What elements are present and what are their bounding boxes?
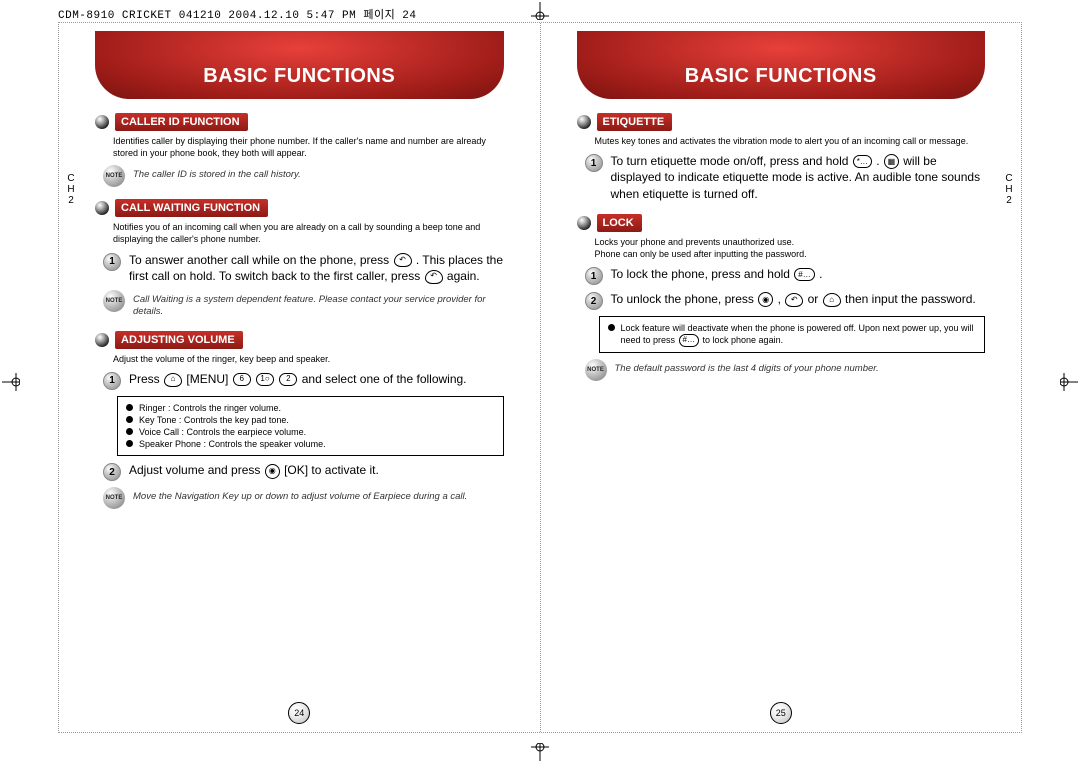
note-icon: NOTE — [103, 165, 125, 187]
step-1: 1 Press ⌂ [MENU] 6 1○ 2 and select one o… — [103, 371, 504, 390]
volume-options-box: Ringer : Controls the ringer volume. Key… — [117, 396, 504, 457]
section-adjusting-volume: ADJUSTING VOLUME Adjust the volume of th… — [95, 331, 504, 510]
page-number: 25 — [770, 702, 792, 724]
bullet-icon — [608, 324, 615, 331]
section-call-waiting: CALL WAITING FUNCTION Notifies you of an… — [95, 199, 504, 318]
side-chapter-label: C H 2 — [65, 173, 77, 206]
step-number-icon: 1 — [103, 372, 121, 390]
list-item: Key Tone : Controls the key pad tone. — [139, 414, 289, 426]
step-text: To unlock the phone, press ◉ , ↶ or ⌂ th… — [611, 291, 986, 310]
lock-info-box: Lock feature will deactivate when the ph… — [599, 316, 986, 353]
ok-key-icon: ◉ — [265, 464, 280, 479]
note-text: Move the Navigation Key up or down to ad… — [133, 487, 467, 503]
note-text: The default password is the last 4 digit… — [615, 359, 879, 375]
section-desc: Locks your phone and prevents unauthoriz… — [595, 236, 986, 260]
list-item: Voice Call : Controls the earpiece volum… — [139, 426, 306, 438]
list-item: Lock feature will deactivate when the ph… — [621, 322, 977, 347]
note-block: NOTE The caller ID is stored in the call… — [103, 165, 504, 187]
section-desc: Adjust the volume of the ringer, key bee… — [113, 353, 504, 365]
step-text: Press ⌂ [MENU] 6 1○ 2 and select one of … — [129, 371, 504, 390]
vibrate-icon: ▦ — [884, 154, 899, 169]
bullet-icon — [126, 404, 133, 411]
hash-key-icon: #… — [679, 334, 699, 347]
bullet-icon — [126, 428, 133, 435]
section-bullet-icon — [577, 115, 591, 129]
bullet-icon — [126, 416, 133, 423]
step-text: To turn etiquette mode on/off, press and… — [611, 153, 986, 202]
step-number-icon: 1 — [103, 253, 121, 271]
soft-key-icon: ⌂ — [164, 373, 182, 387]
section-desc: Mutes key tones and activates the vibrat… — [595, 135, 986, 147]
section-bullet-icon — [577, 216, 591, 230]
step-text: Adjust volume and press ◉ [OK] to activa… — [129, 462, 504, 481]
list-item: Speaker Phone : Controls the speaker vol… — [139, 438, 326, 450]
note-icon: NOTE — [103, 290, 125, 312]
note-block: NOTE The default password is the last 4 … — [585, 359, 986, 381]
section-title: ADJUSTING VOLUME — [115, 331, 243, 349]
section-title: CALL WAITING FUNCTION — [115, 199, 268, 217]
section-bullet-icon — [95, 115, 109, 129]
ok-key-icon: ◉ — [758, 292, 773, 307]
section-caller-id: CALLER ID FUNCTION Identifies caller by … — [95, 113, 504, 187]
section-lock: LOCK Locks your phone and prevents unaut… — [577, 214, 986, 382]
step-number-icon: 1 — [585, 267, 603, 285]
section-title: ETIQUETTE — [597, 113, 673, 131]
key-1-icon: 1○ — [256, 373, 274, 386]
section-bullet-icon — [95, 201, 109, 215]
section-bullet-icon — [95, 333, 109, 347]
star-key-icon: *… — [853, 155, 872, 168]
hash-key-icon: #… — [794, 268, 814, 281]
bullet-icon — [126, 440, 133, 447]
chapter-banner: BASIC FUNCTIONS — [577, 31, 986, 101]
step-1: 1 To answer another call while on the ph… — [103, 252, 504, 284]
step-text: To lock the phone, press and hold #… . — [611, 266, 986, 285]
section-desc: Notifies you of an incoming call when yo… — [113, 221, 504, 245]
section-title: CALLER ID FUNCTION — [115, 113, 248, 131]
note-block: NOTE Call Waiting is a system dependent … — [103, 290, 504, 319]
key-6-icon: 6 — [233, 373, 251, 386]
list-item: Ringer : Controls the ringer volume. — [139, 402, 281, 414]
step-1: 1 To lock the phone, press and hold #… . — [585, 266, 986, 285]
step-text: To answer another call while on the phon… — [129, 252, 504, 284]
step-2: 2 Adjust volume and press ◉ [OK] to acti… — [103, 462, 504, 481]
section-desc: Identifies caller by displaying their ph… — [113, 135, 504, 159]
crop-mark-bottom — [531, 743, 549, 761]
send-key-icon: ↶ — [785, 293, 803, 307]
page-spread: C H 2 BASIC FUNCTIONS CALLER ID FUNCTION… — [58, 22, 1022, 733]
side-chapter-label: C H 2 — [1003, 173, 1015, 206]
page-left: C H 2 BASIC FUNCTIONS CALLER ID FUNCTION… — [59, 23, 541, 732]
note-icon: NOTE — [585, 359, 607, 381]
key-2-icon: 2 — [279, 373, 297, 386]
chapter-banner: BASIC FUNCTIONS — [95, 31, 504, 101]
send-key-icon: ↶ — [394, 253, 412, 267]
send-key-icon: ↶ — [425, 270, 443, 284]
crop-mark-top — [531, 2, 549, 20]
banner-title: BASIC FUNCTIONS — [95, 65, 504, 88]
note-icon: NOTE — [103, 487, 125, 509]
step-number-icon: 2 — [103, 463, 121, 481]
note-text: Call Waiting is a system dependent featu… — [133, 290, 504, 319]
section-etiquette: ETIQUETTE Mutes key tones and activates … — [577, 113, 986, 202]
banner-title: BASIC FUNCTIONS — [577, 65, 986, 88]
step-number-icon: 1 — [585, 154, 603, 172]
step-2: 2 To unlock the phone, press ◉ , ↶ or ⌂ … — [585, 291, 986, 310]
crop-mark-right — [1060, 373, 1078, 391]
step-number-icon: 2 — [585, 292, 603, 310]
soft-key-icon: ⌂ — [823, 293, 841, 307]
section-title: LOCK — [597, 214, 642, 232]
page-right: C H 2 BASIC FUNCTIONS ETIQUETTE Mutes ke… — [541, 23, 1022, 732]
note-text: The caller ID is stored in the call hist… — [133, 165, 301, 181]
step-1: 1 To turn etiquette mode on/off, press a… — [585, 153, 986, 202]
crop-mark-left — [2, 373, 20, 391]
page-number: 24 — [288, 702, 310, 724]
note-block: NOTE Move the Navigation Key up or down … — [103, 487, 504, 509]
doc-header-line: CDM-8910 CRICKET 041210 2004.12.10 5:47 … — [58, 6, 417, 22]
